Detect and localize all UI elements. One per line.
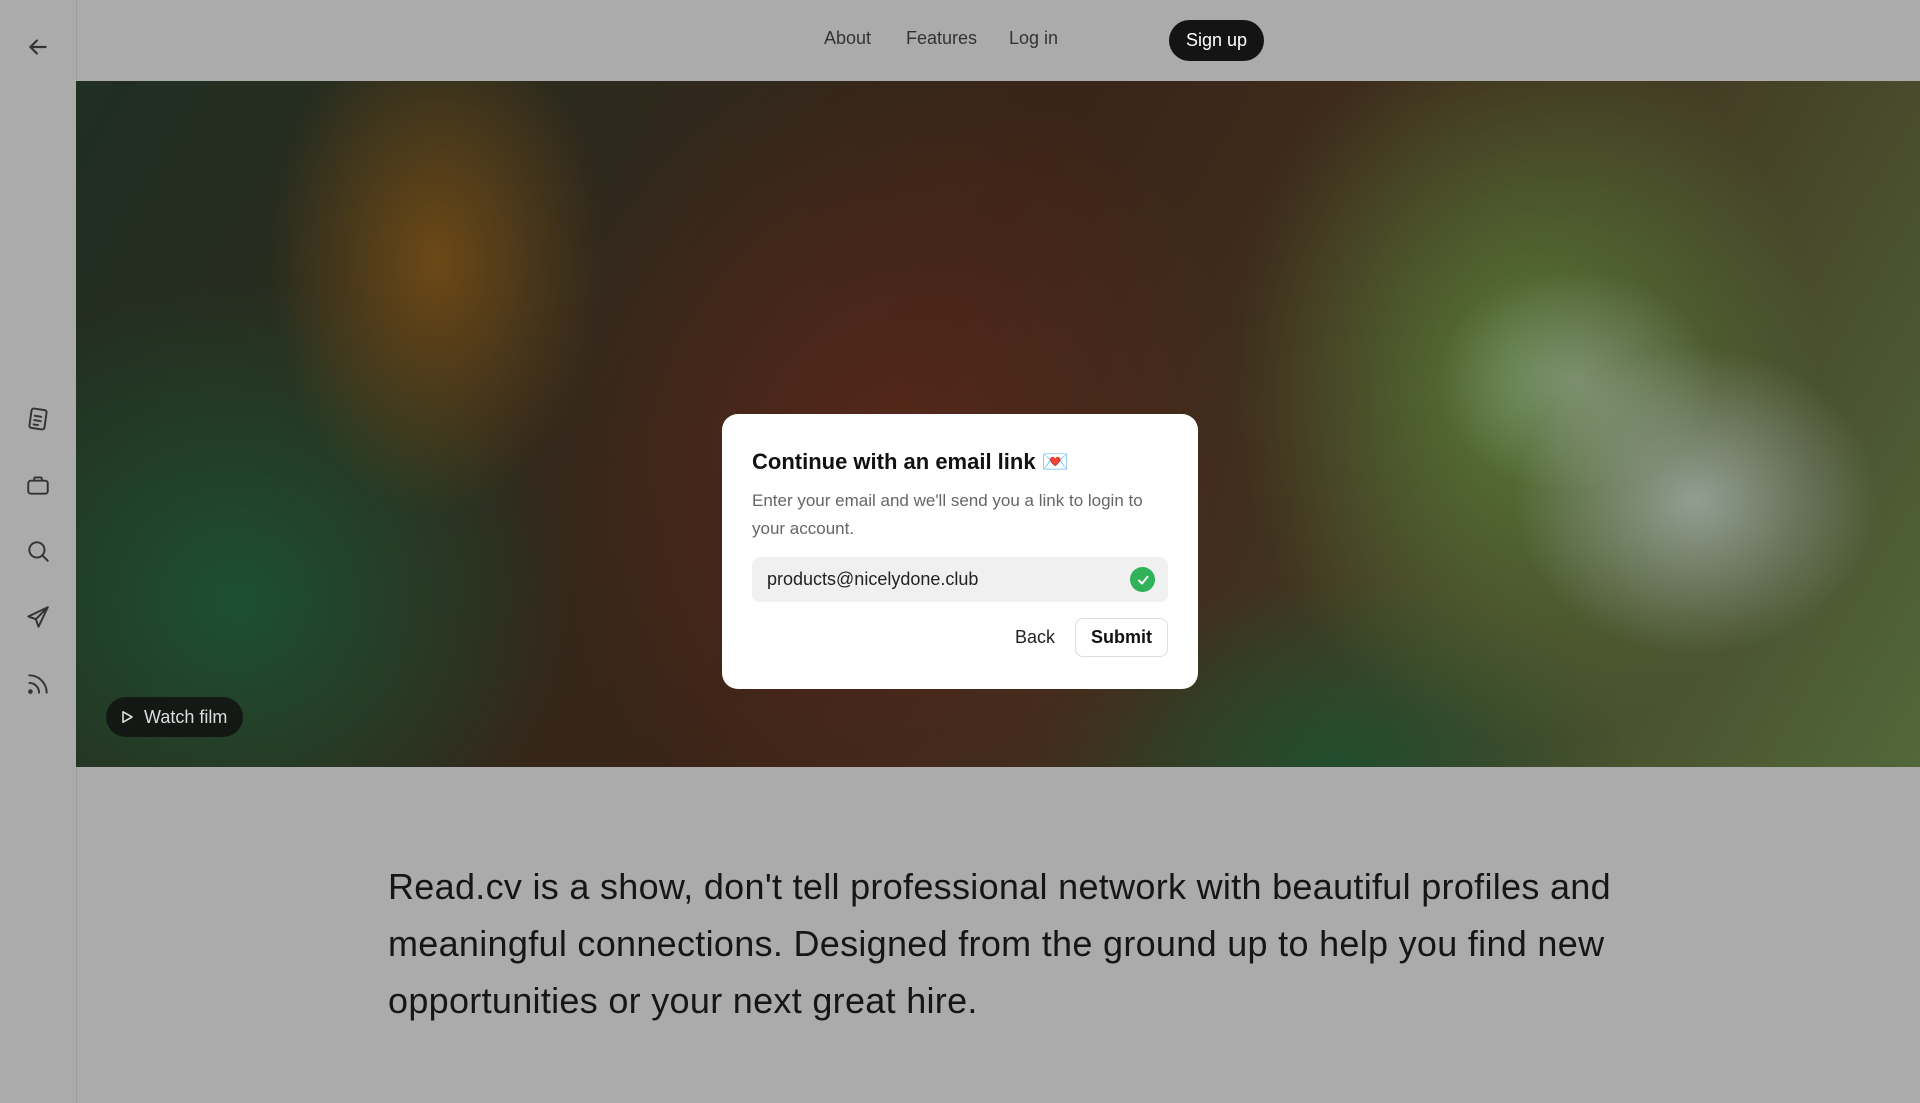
nav-about-link[interactable]: About: [824, 28, 871, 49]
sidebar-item-messages[interactable]: [20, 599, 56, 635]
email-input[interactable]: [752, 557, 1112, 602]
search-icon: [28, 541, 49, 562]
sidebar-item-feed[interactable]: [20, 666, 56, 702]
sidebar-item-documents[interactable]: [20, 401, 56, 437]
nav-features-link[interactable]: Features: [906, 28, 977, 49]
briefcase-icon: [27, 476, 49, 495]
rss-icon: [28, 674, 48, 694]
nav-login-link[interactable]: Log in: [1009, 28, 1058, 49]
watch-film-button[interactable]: Watch film: [106, 697, 244, 737]
signup-button[interactable]: Sign up: [1169, 20, 1264, 61]
modal-title: Continue with an email link 💌: [752, 449, 1070, 474]
document-icon: [28, 407, 48, 431]
email-field: [752, 557, 1168, 602]
top-nav: About Features Log in Sign up: [77, 0, 1920, 81]
modal-description: Enter your email and we'll send you a li…: [752, 491, 1143, 538]
arrow-left-icon: [29, 39, 47, 55]
play-icon: [122, 711, 133, 723]
back-arrow-button[interactable]: [20, 29, 56, 65]
check-circle-icon: [1130, 567, 1155, 592]
watch-film-label: Watch film: [144, 706, 228, 727]
tagline-text: Read.cv is a show, don't tell profession…: [388, 866, 1611, 1021]
sidebar-item-search[interactable]: [20, 533, 56, 569]
send-icon: [27, 606, 49, 628]
sidebar-item-jobs[interactable]: [20, 467, 56, 503]
modal-actions: Back Submit: [1015, 618, 1168, 657]
email-login-modal: Continue with an email link 💌 Enter your…: [722, 414, 1198, 689]
sidebar: [0, 0, 77, 1103]
submit-button[interactable]: Submit: [1075, 618, 1168, 657]
back-button[interactable]: Back: [1015, 627, 1055, 648]
